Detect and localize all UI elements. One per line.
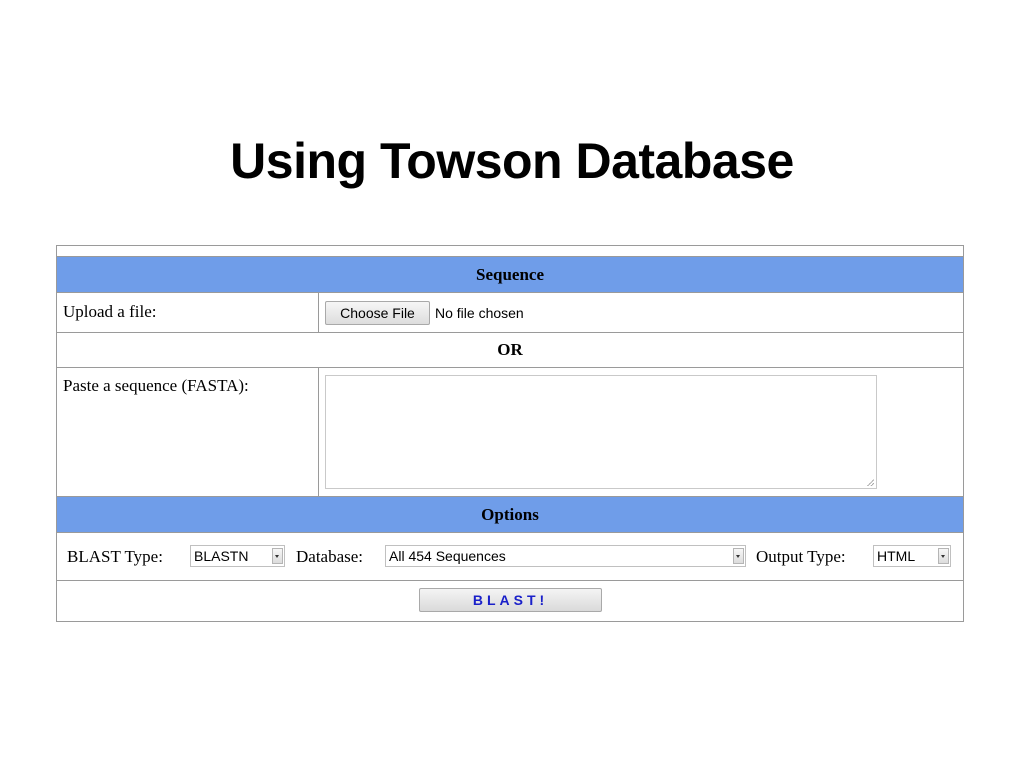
- resize-grip-icon[interactable]: [867, 479, 874, 486]
- blast-submit-button[interactable]: BLAST!: [419, 588, 602, 612]
- slide-title: Using Towson Database: [230, 133, 794, 189]
- paste-label: Paste a sequence (FASTA):: [63, 376, 249, 395]
- database-select[interactable]: All 454 Sequences: [385, 545, 746, 567]
- blast-type-value: BLASTN: [194, 548, 249, 564]
- output-type-label: Output Type:: [756, 547, 846, 566]
- form-top-strip: [57, 246, 963, 257]
- sequence-textarea[interactable]: [325, 375, 877, 489]
- chevron-down-icon: [938, 548, 949, 564]
- output-type-value: HTML: [877, 548, 916, 564]
- blast-form: Sequence Upload a file: Choose File No f…: [56, 245, 964, 622]
- or-separator: OR: [57, 333, 963, 368]
- paste-row: Paste a sequence (FASTA):: [57, 368, 963, 497]
- blast-type-select[interactable]: BLASTN: [190, 545, 285, 567]
- column-divider: [318, 293, 319, 332]
- database-value: All 454 Sequences: [389, 548, 506, 564]
- submit-row: BLAST!: [57, 581, 963, 621]
- choose-file-button[interactable]: Choose File: [325, 301, 430, 325]
- column-divider: [318, 368, 319, 496]
- sequence-header: Sequence: [57, 257, 963, 293]
- chevron-down-icon: [272, 548, 283, 564]
- database-label: Database:: [296, 547, 364, 566]
- options-row: BLAST Type: BLASTN Database: All 454 Seq…: [57, 533, 963, 581]
- file-status-text: No file chosen: [435, 305, 524, 321]
- output-type-select[interactable]: HTML: [873, 545, 951, 567]
- options-header: Options: [57, 497, 963, 533]
- slide: Using Towson Database Sequence Upload a …: [0, 0, 1024, 768]
- blast-type-label: BLAST Type:: [67, 547, 163, 566]
- chevron-down-icon: [733, 548, 744, 564]
- upload-row: Upload a file: Choose File No file chose…: [57, 293, 963, 333]
- upload-label: Upload a file:: [63, 302, 157, 321]
